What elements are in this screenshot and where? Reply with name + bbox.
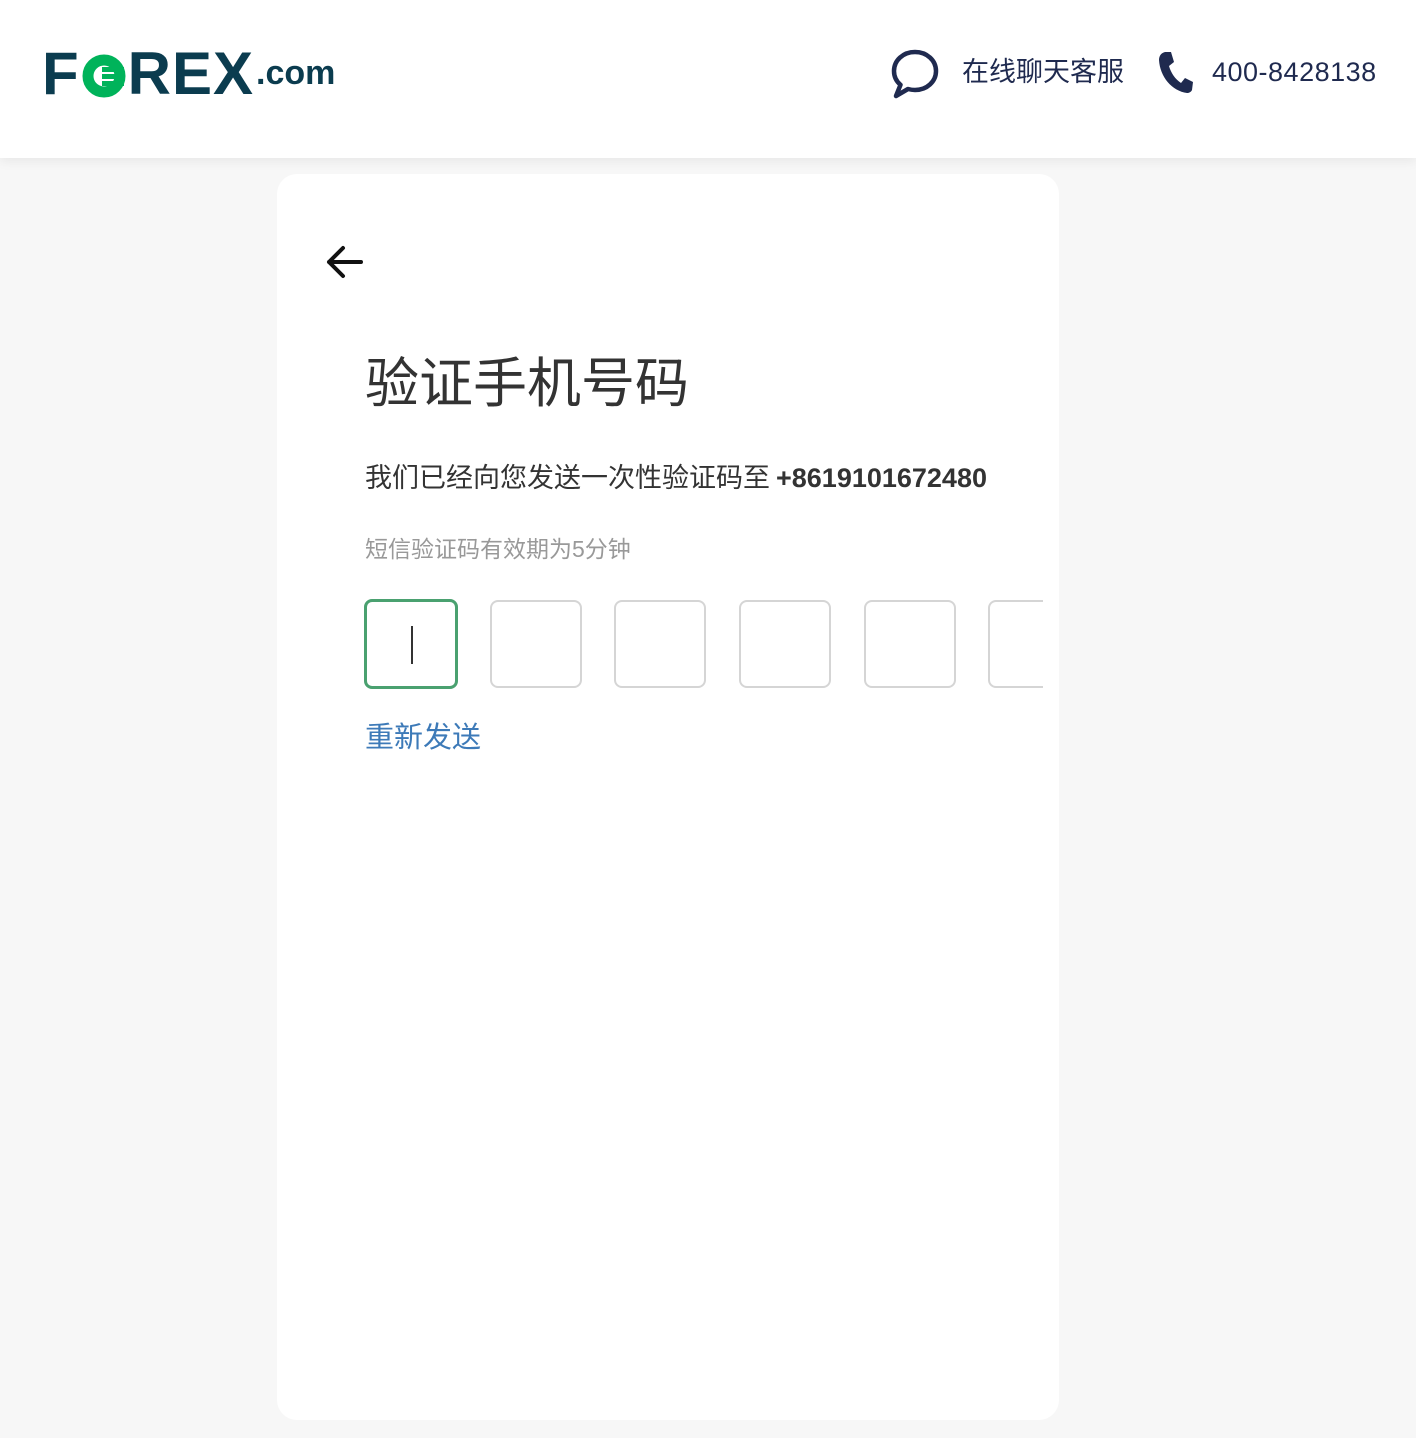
text-caret — [411, 626, 413, 664]
resend-link[interactable]: 重新发送 — [365, 718, 481, 758]
otp-digit-1[interactable] — [364, 599, 458, 689]
phone-icon[interactable] — [1156, 50, 1194, 94]
otp-digit-6[interactable] — [988, 600, 1043, 688]
logo-letters-rex: REX — [127, 40, 255, 107]
logo-wordmark: F REX — [42, 40, 255, 107]
otp-digit-4[interactable] — [739, 600, 831, 688]
site-header: F REX .com 在线聊天客服 400-8428138 — [0, 0, 1416, 158]
page-title: 验证手机号码 — [365, 354, 689, 414]
live-chat-link[interactable]: 在线聊天客服 — [962, 54, 1124, 90]
forex-logo[interactable]: F REX .com — [42, 40, 336, 107]
logo-dotcom: .com — [256, 54, 336, 92]
otp-digit-5[interactable] — [864, 600, 956, 688]
otp-input-row — [364, 598, 1043, 690]
logo-o-icon — [82, 51, 126, 98]
chat-bubble-icon[interactable] — [888, 46, 942, 100]
otp-digit-3[interactable] — [614, 600, 706, 688]
otp-digit-2[interactable] — [490, 600, 582, 688]
sent-message: 我们已经向您发送一次性验证码至 +8619101672480 — [365, 458, 987, 498]
sent-text: 我们已经向您发送一次性验证码至 — [365, 463, 770, 493]
phone-number-link[interactable]: 400-8428138 — [1212, 54, 1377, 90]
logo-letter-f: F — [42, 40, 80, 107]
verify-card: 验证手机号码 我们已经向您发送一次性验证码至 +8619101672480 短信验… — [277, 174, 1059, 1420]
validity-hint: 短信验证码有效期为5分钟 — [365, 536, 631, 562]
back-arrow-icon[interactable] — [321, 240, 369, 284]
phone-number: +8619101672480 — [776, 463, 987, 493]
